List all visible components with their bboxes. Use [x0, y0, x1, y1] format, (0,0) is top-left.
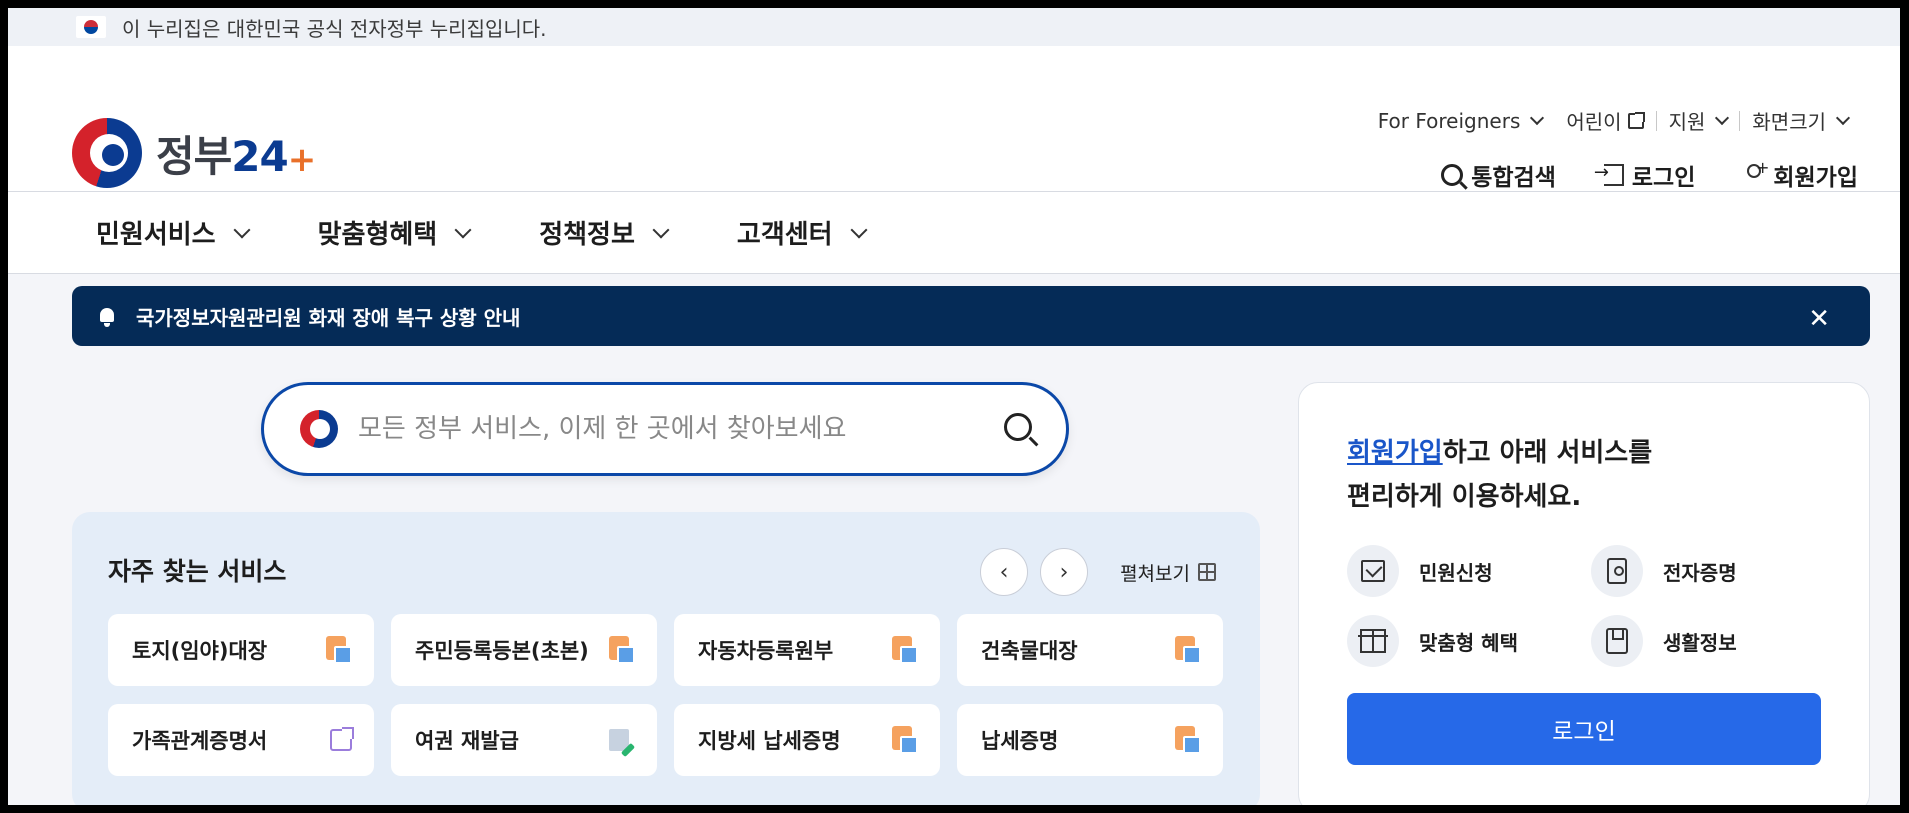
search-input[interactable]: [358, 414, 958, 444]
section-title: 자주 찾는 서비스: [108, 557, 287, 586]
integrated-search-button[interactable]: 통합검색: [1441, 158, 1556, 192]
pdf-icon: [892, 726, 918, 754]
frequent-services-section: 자주 찾는 서비스 ‹ › 펼쳐보기 토지(임야)대장 주민등록등본(초본) 자…: [72, 512, 1260, 805]
gnb-item-customer-center[interactable]: 고객센터: [737, 214, 868, 251]
close-icon[interactable]: ✕: [1808, 304, 1830, 334]
service-item-benefits: 맞춤형 혜택: [1347, 615, 1591, 667]
utility-nav: For Foreigners 어린이 지원 화면크기: [1366, 106, 1860, 135]
service-item-e-certificate: 전자증명: [1591, 545, 1835, 597]
user-add-icon: [1743, 158, 1769, 186]
search-icon: [1441, 164, 1464, 186]
taegeuk-logo-icon: [300, 410, 338, 448]
service-card-grid: 토지(임야)대장 주민등록등본(초본) 자동차등록원부 건축물대장 가족관계증명…: [108, 614, 1223, 776]
bookmark-icon: [1591, 615, 1643, 667]
service-card[interactable]: 가족관계증명서: [108, 704, 374, 776]
gnb-item-benefits[interactable]: 맞춤형혜택: [318, 214, 472, 251]
certificate-icon: [1591, 545, 1643, 597]
bell-icon: [98, 306, 116, 327]
external-link-icon: [1627, 111, 1645, 129]
pdf-icon: [609, 636, 635, 664]
search-icon[interactable]: [1004, 413, 1032, 441]
chevron-down-icon: [850, 221, 868, 239]
site-logo[interactable]: 정부24+: [72, 118, 316, 188]
site-header: 정부24+ For Foreigners 어린이 지원 화면크기 통합검색 → …: [8, 46, 1900, 192]
signup-link[interactable]: 회원가입: [1347, 438, 1443, 468]
korean-flag-icon: [76, 16, 106, 38]
chevron-down-icon: [1835, 110, 1851, 126]
chevron-down-icon: [1530, 110, 1545, 126]
login-panel: 회원가입하고 아래 서비스를 편리하게 이용하세요. 민원신청 전자증명 맞춤형…: [1298, 382, 1870, 805]
taegeuk-logo-icon: [72, 118, 142, 188]
mail-icon: [1347, 545, 1399, 597]
panel-title: 회원가입하고 아래 서비스를 편리하게 이용하세요.: [1347, 438, 1653, 512]
pdf-icon: [326, 636, 352, 664]
chevron-down-icon: [233, 221, 251, 239]
edit-icon: [609, 727, 635, 753]
chevron-down-icon: [652, 221, 670, 239]
service-item-life-info: 생활정보: [1591, 615, 1835, 667]
service-card[interactable]: 주민등록등본(초본): [391, 614, 657, 686]
pdf-icon: [892, 636, 918, 664]
notice-text: 국가정보자원관리원 화재 장애 복구 상황 안내: [136, 305, 521, 330]
login-button[interactable]: 로그인: [1347, 693, 1821, 765]
notice-banner[interactable]: 국가정보자원관리원 화재 장애 복구 상황 안내 ✕: [72, 286, 1870, 346]
service-item-civil-application: 민원신청: [1347, 545, 1591, 597]
pdf-icon: [1175, 636, 1201, 664]
service-list: 민원신청 전자증명 맞춤형 혜택 생활정보: [1347, 545, 1821, 667]
pdf-icon: [1175, 726, 1201, 754]
logo-text: 정부24+: [156, 131, 316, 181]
gift-icon: [1347, 615, 1399, 667]
service-card[interactable]: 자동차등록원부: [674, 614, 940, 686]
login-icon: [1594, 162, 1624, 186]
screen-size-menu[interactable]: 화면크기: [1740, 106, 1860, 135]
kids-link[interactable]: 어린이: [1554, 106, 1655, 135]
support-menu[interactable]: 지원: [1657, 106, 1740, 135]
gov-official-banner: 이 누리집은 대한민국 공식 전자정부 누리집입니다.: [8, 8, 1900, 46]
expand-button[interactable]: 펼쳐보기: [1120, 559, 1216, 586]
global-nav: 민원서비스 맞춤형혜택 정책정보 고객센터: [8, 192, 1900, 274]
chevron-right-icon[interactable]: ›: [1040, 548, 1089, 596]
gov-banner-text: 이 누리집은 대한민국 공식 전자정부 누리집입니다.: [122, 16, 547, 41]
service-card[interactable]: 납세증명: [957, 704, 1223, 776]
main-actions: 통합검색 로그인 회원가입: [1441, 158, 1858, 192]
chevron-down-icon: [1715, 110, 1730, 126]
carousel-controls: ‹ › 펼쳐보기: [980, 548, 1216, 596]
browser-viewport: 이 누리집은 대한민국 공식 전자정부 누리집입니다. 정부24+ For Fo…: [8, 8, 1900, 805]
service-card[interactable]: 토지(임야)대장: [108, 614, 374, 686]
signup-link[interactable]: 회원가입: [1743, 158, 1858, 192]
external-link-icon: [330, 727, 354, 751]
service-card[interactable]: 지방세 납세증명: [674, 704, 940, 776]
gnb-item-civil-services[interactable]: 민원서비스: [96, 214, 251, 251]
gnb-item-policy[interactable]: 정책정보: [539, 214, 670, 251]
chevron-down-icon: [454, 221, 472, 239]
main-search-bar: [261, 382, 1069, 476]
service-card[interactable]: 여권 재발급: [391, 704, 657, 776]
chevron-left-icon[interactable]: ‹: [980, 548, 1029, 596]
for-foreigners-menu[interactable]: For Foreigners: [1366, 109, 1555, 133]
grid-icon: [1198, 563, 1216, 581]
service-card[interactable]: 건축물대장: [957, 614, 1223, 686]
login-link[interactable]: 로그인: [1594, 158, 1695, 192]
